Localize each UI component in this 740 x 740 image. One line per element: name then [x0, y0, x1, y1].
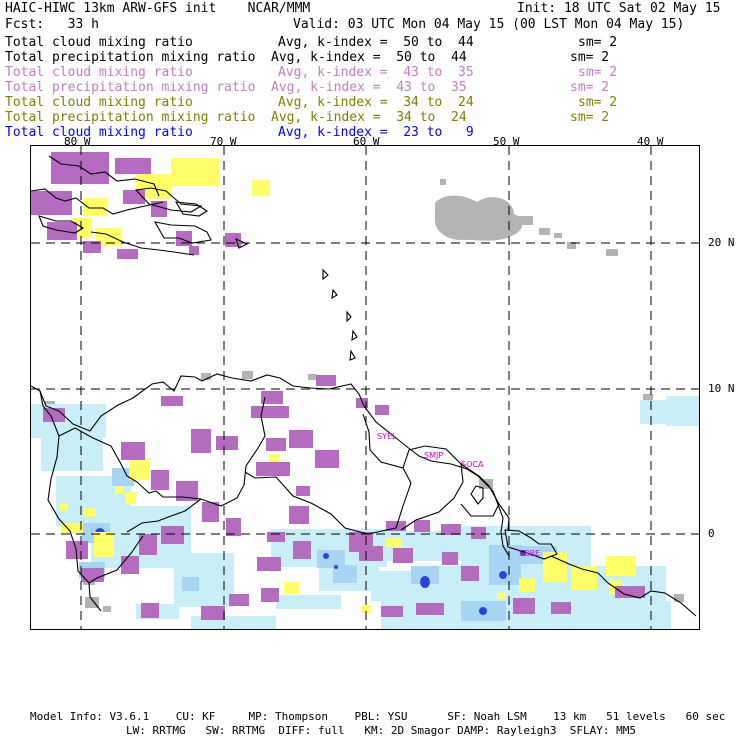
- latitude-label-20n: 20 N: [708, 236, 735, 249]
- forecast-hour: Fcst: 33 h: [5, 17, 99, 32]
- legend-field-smoothing: sm= 2: [578, 95, 618, 110]
- legend-field-smoothing: sm= 2: [570, 50, 610, 65]
- legend-field-smoothing: sm= 2: [578, 65, 618, 80]
- legend-field-smoothing: sm= 2: [570, 80, 610, 95]
- legend-field-name: Total precipitation mixing ratio: [5, 50, 256, 65]
- station-label-soca: SOCA: [461, 460, 484, 469]
- legend-field-range: Avg, k-index = 43 to 35: [271, 80, 467, 95]
- station-label-syel: SYEL: [377, 432, 397, 441]
- station-label-sbbe: SBBE: [519, 549, 541, 558]
- legend-field-range: Avg, k-index = 43 to 35: [278, 65, 474, 80]
- footer-line-2: LW: RRTMG SW: RRTMG DIFF: full KM: 2D Sm…: [126, 724, 636, 737]
- latitude-label-equator: 0: [708, 527, 715, 540]
- legend-field-name: Total cloud mixing ratio: [5, 65, 193, 80]
- legend-field-range: Avg, k-index = 50 to 44: [271, 50, 467, 65]
- legend-field-range: Avg, k-index = 34 to 24: [271, 110, 467, 125]
- footer-line-1: Model Info: V3.6.1 CU: KF MP: Thompson P…: [30, 710, 726, 723]
- legend-field-name: Total cloud mixing ratio: [5, 35, 193, 50]
- map-svg: [31, 146, 699, 629]
- legend-field-name: Total precipitation mixing ratio: [5, 80, 256, 95]
- latitude-label-10n: 10 N: [708, 382, 735, 395]
- legend-field-name: Total precipitation mixing ratio: [5, 110, 256, 125]
- legend-field-smoothing: sm= 2: [570, 110, 610, 125]
- legend-field-range: Avg, k-index = 34 to 24: [278, 95, 474, 110]
- legend-field-name: Total cloud mixing ratio: [5, 125, 193, 140]
- station-label-smjp: SMJP: [424, 451, 444, 460]
- map-panel: SYEL SMJP SOCA SBBE: [30, 145, 700, 630]
- init-time: Init: 18 UTC Sat 02 May 15: [517, 1, 721, 16]
- legend-field-smoothing: sm= 2: [578, 35, 618, 50]
- model-title: HAIC-HIWC 13km ARW-GFS init NCAR/MMM: [5, 1, 311, 16]
- legend-field-name: Total cloud mixing ratio: [5, 95, 193, 110]
- legend-field-range: Avg, k-index = 50 to 44: [278, 35, 474, 50]
- valid-time: Valid: 03 UTC Mon 04 May 15 (00 LST Mon …: [293, 17, 685, 32]
